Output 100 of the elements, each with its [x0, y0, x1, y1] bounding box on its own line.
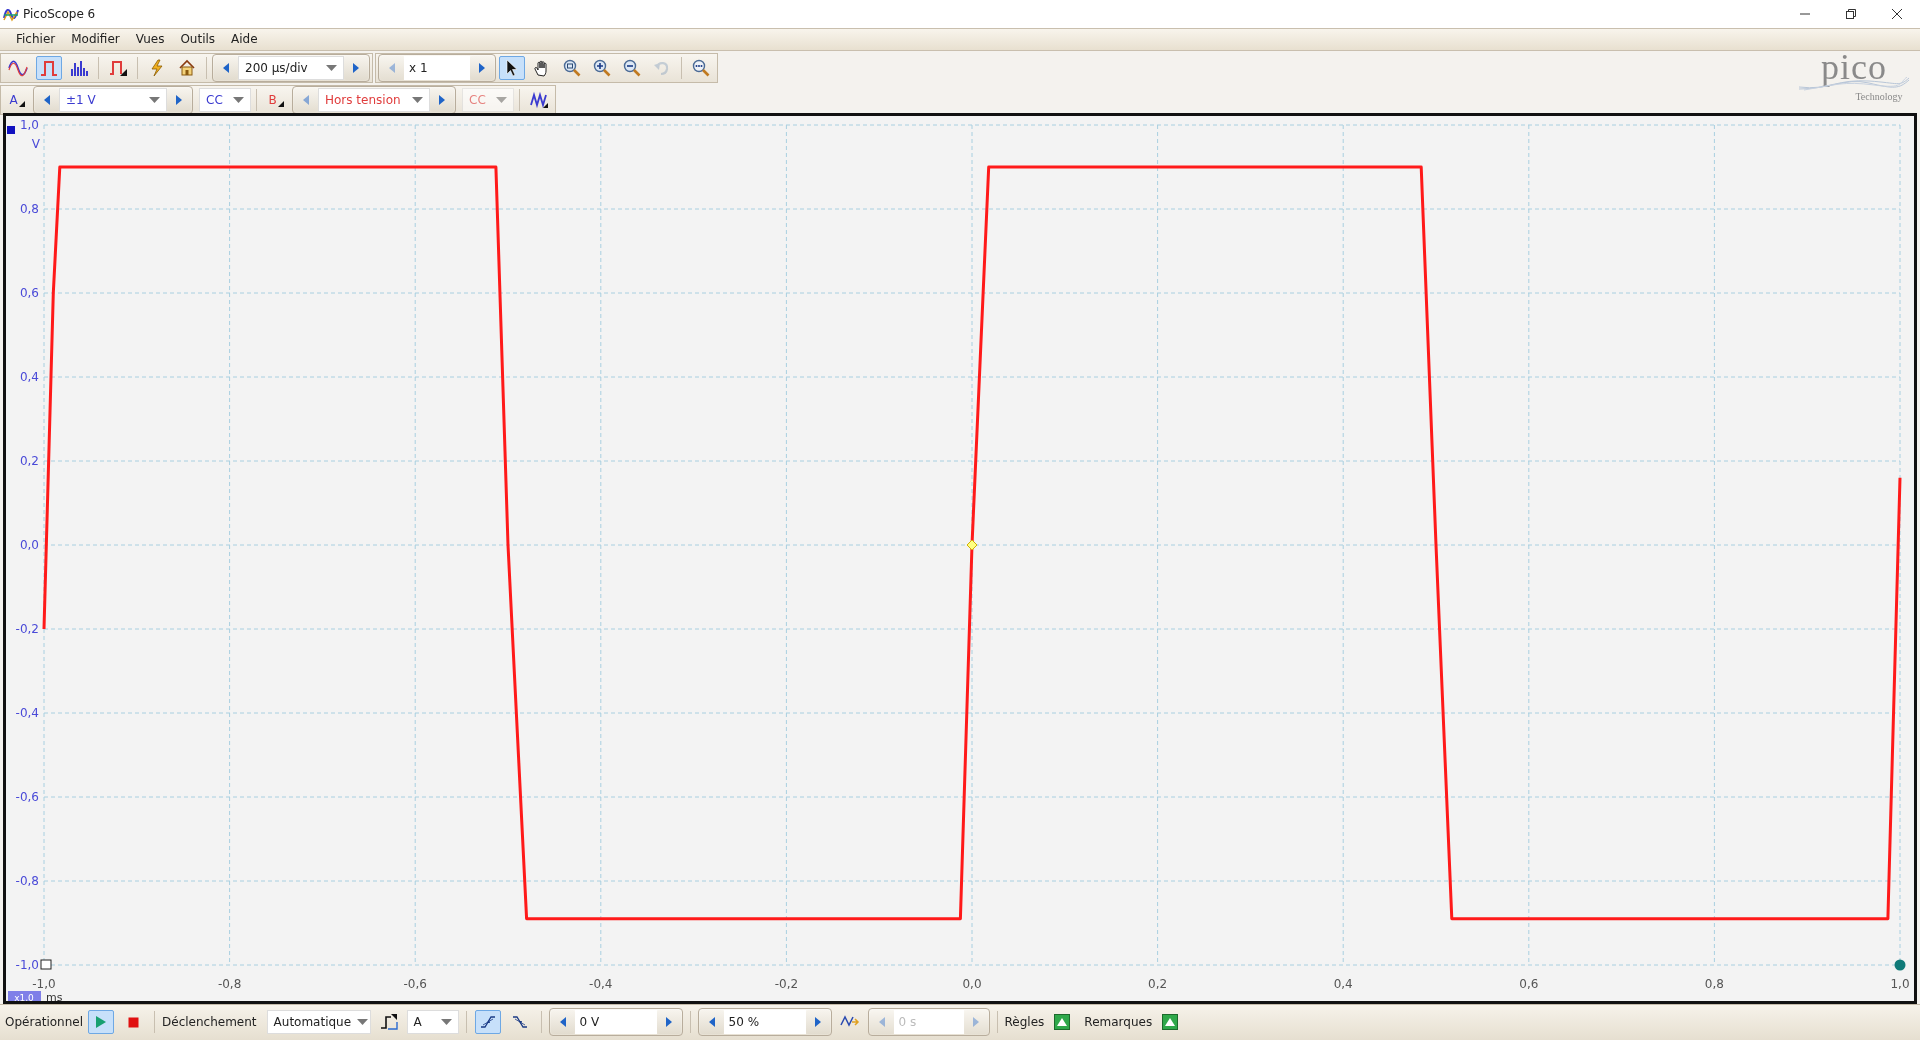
previous-button[interactable] — [214, 56, 238, 80]
x-tick-label: 0,4 — [1333, 977, 1353, 991]
y-tick-label: -0,6 — [15, 790, 39, 804]
house-icon — [178, 59, 196, 77]
expand-icon — [1162, 1014, 1179, 1030]
previous-button[interactable] — [699, 1010, 724, 1034]
y-tick-label: 0,8 — [19, 202, 39, 216]
next-button[interactable] — [805, 1010, 830, 1034]
caret-icon — [233, 96, 244, 104]
left-arrow-icon — [877, 1017, 886, 1027]
left-arrow-icon — [707, 1017, 716, 1027]
right-arrow-icon — [175, 95, 183, 105]
position-spinner[interactable]: 50 % — [697, 1008, 832, 1036]
magnifier-icon — [692, 59, 710, 77]
pulse-generator-icon — [108, 59, 128, 77]
caret-icon — [326, 64, 337, 72]
run-button[interactable] — [88, 1010, 115, 1034]
x-tick-label: 0,2 — [1148, 977, 1168, 991]
previous-button[interactable] — [35, 88, 59, 112]
left-arrow-icon — [388, 63, 396, 73]
y-tick-label: 0,4 — [19, 370, 39, 384]
logo-tagline: Technology — [1855, 91, 1903, 102]
square-pulse-icon — [39, 59, 59, 77]
window-title: PicoScope 6 — [23, 7, 96, 21]
threshold-spinner[interactable]: 0 V — [548, 1008, 683, 1036]
y-tick-label: 0,0 — [19, 538, 39, 552]
range-dropdown[interactable]: ±1 V — [59, 88, 167, 112]
right-arrow-icon — [352, 63, 360, 73]
channel-button[interactable]: B — [263, 88, 289, 112]
trigger-source-dropdown[interactable]: A — [406, 1010, 459, 1034]
trigger-label: Déclenchement — [162, 1015, 257, 1029]
mode-button[interactable] — [36, 56, 62, 80]
y-tick-label: -0,4 — [15, 706, 39, 720]
restore-icon — [1846, 9, 1856, 19]
x-tick-label: 1,0 — [1890, 977, 1910, 991]
caret-icon — [496, 96, 507, 104]
trigger-marker[interactable] — [966, 539, 978, 551]
axis-unit: V — [31, 137, 40, 151]
right-arrow-icon — [478, 63, 486, 73]
caret-icon — [357, 1018, 369, 1026]
channel-marker — [7, 126, 15, 134]
axis-unit: ms — [46, 991, 63, 1001]
next-button[interactable] — [656, 1010, 681, 1034]
zoom-spinner[interactable]: x 1 — [378, 54, 496, 82]
menu-item[interactable]: Vues — [127, 31, 173, 46]
value-field[interactable]: 0 V — [574, 1010, 657, 1034]
left-arrow-icon — [558, 1017, 567, 1027]
zoom-in-icon — [593, 59, 611, 77]
x-tick-label: -0,2 — [774, 977, 799, 991]
x-tick-label: 0,8 — [1704, 977, 1724, 991]
undo-icon — [653, 59, 671, 77]
right-arrow-icon — [813, 1017, 822, 1027]
range-spinner[interactable]: Hors tension — [292, 86, 456, 114]
caret-icon — [440, 1018, 452, 1026]
previous-button[interactable] — [550, 1010, 575, 1034]
timebase-dropdown[interactable]: 200 µs/div — [238, 56, 344, 80]
rulers-label: Règles — [1004, 1015, 1045, 1029]
notes-label: Remarques — [1084, 1015, 1153, 1029]
next-button[interactable] — [430, 88, 454, 112]
falling-edge-icon — [511, 1014, 528, 1030]
x-tick-label: -0,8 — [217, 977, 242, 991]
corner-triangle-icon — [18, 101, 25, 107]
left-arrow-icon — [302, 95, 310, 105]
trigger-mode-dropdown[interactable]: Automatique — [266, 1010, 371, 1034]
menu-item[interactable]: Modifier — [63, 31, 128, 46]
lightning-icon — [148, 59, 166, 77]
value-field[interactable]: 50 % — [723, 1010, 806, 1034]
next-button[interactable] — [167, 88, 191, 112]
next-button[interactable] — [470, 56, 494, 80]
caret-icon — [149, 96, 160, 104]
channel-button[interactable]: A — [4, 88, 30, 112]
stop-icon — [127, 1016, 139, 1028]
close-icon — [1892, 9, 1902, 19]
tool-button[interactable] — [499, 56, 525, 80]
right-arrow-icon — [971, 1017, 980, 1027]
trigger-icon — [378, 1013, 399, 1031]
right-arrow-icon — [438, 95, 446, 105]
y-tick-label: -0,8 — [15, 874, 39, 888]
bar-graph-icon — [69, 59, 89, 77]
x-tick-label: -1,0 — [32, 977, 56, 991]
rising-edge-icon — [479, 1014, 496, 1030]
menu-item[interactable]: Outils — [172, 31, 224, 46]
logo-text: pico — [1821, 47, 1887, 87]
value-field[interactable]: x 1 — [404, 56, 470, 80]
y-tick-label: -0,2 — [15, 622, 39, 636]
pointer-icon — [504, 59, 520, 77]
edge-button[interactable] — [474, 1010, 501, 1034]
status-label: Opérationnel — [5, 1015, 84, 1029]
range-dropdown[interactable]: Hors tension — [318, 88, 430, 112]
menu-item[interactable]: Fichier — [8, 31, 64, 46]
next-button[interactable] — [344, 56, 368, 80]
ruler-handle[interactable] — [1894, 959, 1906, 971]
ruler-handle[interactable] — [40, 959, 52, 970]
coupling-dropdown[interactable]: CC — [199, 88, 251, 112]
range-spinner[interactable]: ±1 V — [33, 86, 193, 114]
left-arrow-icon — [222, 63, 230, 73]
wave-icon — [7, 59, 29, 77]
wave-icon — [529, 91, 549, 109]
timebase-spinner[interactable]: 200 µs/div — [212, 54, 370, 82]
menu-item[interactable]: Aide — [223, 31, 266, 46]
